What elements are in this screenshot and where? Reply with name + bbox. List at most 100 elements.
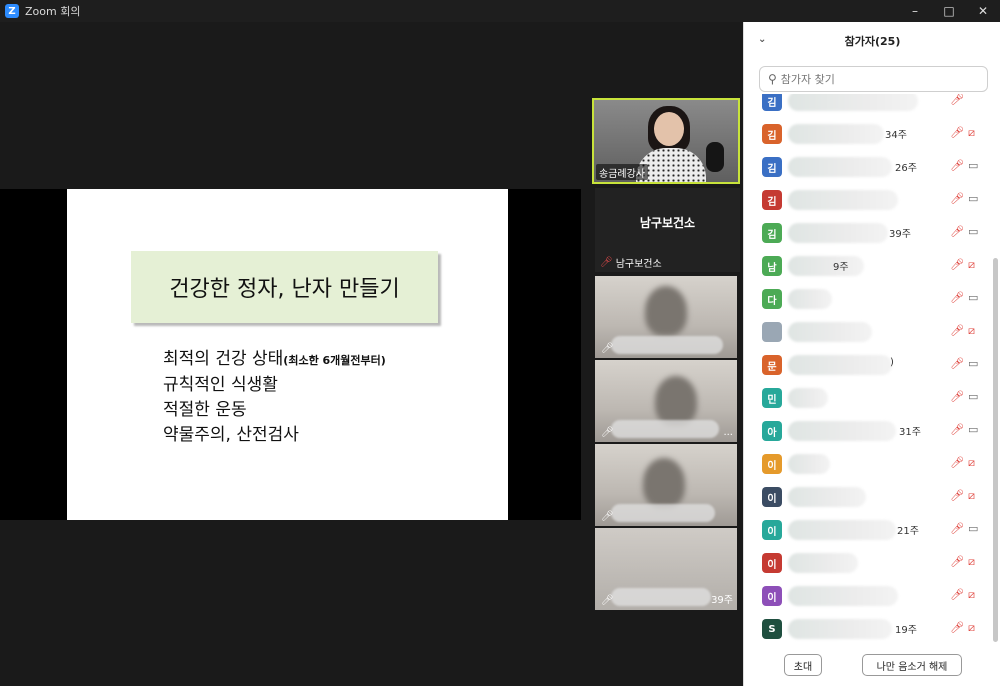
participant-row[interactable]: 아 31주 🎤︎ ▭	[744, 414, 994, 447]
participant-row[interactable]: 이 🎤︎ ⧄	[744, 546, 994, 579]
mic-muted-icon[interactable]: 🎤︎	[950, 588, 964, 601]
participant-name-suffix: 39주	[889, 229, 911, 240]
minimize-icon[interactable]: –	[898, 0, 932, 22]
participant-row[interactable]: 김 39주 🎤︎ ▭	[744, 216, 994, 249]
video-off-icon[interactable]: ⧄	[968, 126, 975, 140]
microphone-prop	[706, 142, 724, 172]
participant-row[interactable]: 김 🎤︎ ▭	[744, 183, 994, 216]
mic-muted-icon[interactable]: 🎤︎	[950, 192, 964, 205]
participant-list[interactable]: 김 🎤︎ 김 34주 🎤︎ ⧄ 김 26주 🎤︎ ▭ 김 🎤︎ ▭ 김 39주 🎤︎ ▭ 남 9주 🎤︎ ⧄ 다 🎤︎ ▭ 🎤︎…	[744, 94, 994, 650]
participant-name-redacted	[788, 256, 864, 276]
video-camera-icon[interactable]: ▭	[968, 192, 978, 205]
avatar: 이	[762, 454, 782, 474]
avatar: 이	[762, 553, 782, 573]
active-speaker-tile[interactable]: 송금례강사	[592, 98, 740, 184]
title-bar: Z Zoom 회의 – □ ✕	[0, 0, 1000, 22]
participant-name-redacted	[788, 487, 866, 507]
participant-row[interactable]: 이 🎤︎ ⧄	[744, 447, 994, 480]
avatar: 김	[762, 157, 782, 177]
video-tile[interactable]: 🎤︎	[595, 444, 737, 526]
avatar: 김	[762, 94, 782, 111]
slide-bullet: 적절한 운동	[163, 400, 247, 420]
participant-name-redacted	[788, 223, 888, 243]
participant-name-redacted	[788, 421, 896, 441]
participant-name-redacted	[788, 157, 892, 177]
participant-row[interactable]: 이 🎤︎ ⧄	[744, 480, 994, 513]
video-tile-label: 🎤︎ 남구보건소	[600, 256, 662, 270]
zoom-meeting-window: Z Zoom 회의 – □ ✕ 건강한 정자, 난자 만들기 최적의 건강 상태…	[0, 0, 1000, 686]
video-camera-icon[interactable]: ▭	[968, 423, 978, 436]
video-gallery[interactable]: 송금례강사 남구보건소 🎤︎ 남구보건소 🎤︎ 🎤︎ ... 🎤︎ 🎤︎ 39주	[592, 98, 742, 638]
mic-muted-icon[interactable]: 🎤︎	[950, 489, 964, 502]
chevron-down-icon[interactable]: ⌄	[758, 34, 766, 45]
participant-name-suffix: )	[890, 357, 894, 368]
participant-name-suffix: 31주	[899, 427, 921, 438]
avatar: 이	[762, 586, 782, 606]
avatar: 이	[762, 520, 782, 540]
slide-bullets: 최적의 건강 상태(최소한 6개월전부터) 규칙적인 식생활 적절한 운동 약물…	[163, 347, 386, 448]
meeting-stage: 건강한 정자, 난자 만들기 최적의 건강 상태(최소한 6개월전부터) 규칙적…	[0, 22, 743, 686]
mic-muted-icon[interactable]: 🎤︎	[950, 522, 964, 535]
participant-name-redacted	[788, 619, 892, 639]
mic-muted-icon[interactable]: 🎤︎	[950, 291, 964, 304]
scrollbar[interactable]	[993, 258, 998, 642]
participant-row[interactable]: 민 🎤︎ ▭	[744, 381, 994, 414]
slide-bullet: 최적의 건강 상태(최소한 6개월전부터)	[163, 349, 386, 369]
video-tile[interactable]: 🎤︎	[595, 276, 737, 358]
video-off-icon[interactable]: ⧄	[968, 489, 975, 503]
search-icon: ⚲	[768, 72, 777, 86]
video-off-icon[interactable]: ⧄	[968, 324, 975, 338]
slide-title: 건강한 정자, 난자 만들기	[131, 251, 438, 323]
name-card-tile[interactable]: 남구보건소 🎤︎ 남구보건소	[595, 188, 740, 272]
avatar: 이	[762, 487, 782, 507]
participant-name-redacted	[788, 124, 884, 144]
video-camera-icon[interactable]: ▭	[968, 357, 978, 370]
video-off-icon[interactable]: ⧄	[968, 456, 975, 470]
zoom-icon: Z	[5, 4, 19, 18]
mic-muted-icon[interactable]: 🎤︎	[950, 423, 964, 436]
mic-muted-icon[interactable]: 🎤︎	[950, 621, 964, 634]
mic-muted-icon[interactable]: 🎤︎	[950, 94, 964, 106]
mic-muted-icon[interactable]: 🎤︎	[950, 258, 964, 271]
participant-name-suffix: 21주	[897, 526, 919, 537]
participant-row[interactable]: 문) 🎤︎ ▭	[744, 348, 994, 381]
video-camera-icon[interactable]: ▭	[968, 390, 978, 403]
mic-muted-icon[interactable]: 🎤︎	[950, 159, 964, 172]
participant-search-input[interactable]: ⚲ 참가자 찾기	[759, 66, 988, 92]
participant-row[interactable]: 김 34주 🎤︎ ⧄	[744, 117, 994, 150]
participant-row[interactable]: S 19주 🎤︎ ⧄	[744, 612, 994, 645]
mic-muted-icon[interactable]: 🎤︎	[950, 390, 964, 403]
mic-muted-icon[interactable]: 🎤︎	[950, 225, 964, 238]
participant-row[interactable]: 김 26주 🎤︎ ▭	[744, 150, 994, 183]
video-tile[interactable]: 🎤︎ ...	[595, 360, 737, 442]
mic-muted-icon[interactable]: 🎤︎	[950, 357, 964, 370]
participant-row[interactable]: 이 21주 🎤︎ ▭	[744, 513, 994, 546]
mic-muted-icon[interactable]: 🎤︎	[950, 555, 964, 568]
mic-muted-icon[interactable]: 🎤︎	[950, 456, 964, 469]
video-camera-icon[interactable]: ▭	[968, 225, 978, 238]
participant-row[interactable]: 김 🎤︎	[744, 94, 994, 117]
video-off-icon[interactable]: ⧄	[968, 555, 975, 569]
mic-muted-icon[interactable]: 🎤︎	[950, 126, 964, 139]
participant-row[interactable]: 이 🎤︎ ⧄	[744, 579, 994, 612]
video-camera-icon[interactable]: ▭	[968, 522, 978, 535]
participant-name-redacted	[788, 355, 892, 375]
video-camera-icon[interactable]: ▭	[968, 159, 978, 172]
video-tile[interactable]: 🎤︎ 39주	[595, 528, 737, 610]
participant-row[interactable]: 남 9주 🎤︎ ⧄	[744, 249, 994, 282]
participant-row[interactable]: 다 🎤︎ ▭	[744, 282, 994, 315]
video-off-icon[interactable]: ⧄	[968, 621, 975, 635]
close-icon[interactable]: ✕	[966, 0, 1000, 22]
video-off-icon[interactable]: ⧄	[968, 258, 975, 272]
invite-button[interactable]: 초대	[784, 654, 822, 676]
screen-share: 건강한 정자, 난자 만들기 최적의 건강 상태(최소한 6개월전부터) 규칙적…	[0, 189, 581, 520]
avatar: 김	[762, 124, 782, 144]
participant-row[interactable]: 🎤︎ ⧄	[744, 315, 994, 348]
search-placeholder: 참가자 찾기	[780, 73, 835, 86]
mic-muted-icon[interactable]: 🎤︎	[950, 324, 964, 337]
video-off-icon[interactable]: ⧄	[968, 588, 975, 602]
maximize-icon[interactable]: □	[932, 0, 966, 22]
video-camera-icon[interactable]: ▭	[968, 291, 978, 304]
participant-name-suffix: 19주	[895, 625, 917, 636]
unmute-self-button[interactable]: 나만 음소거 해제	[862, 654, 962, 676]
